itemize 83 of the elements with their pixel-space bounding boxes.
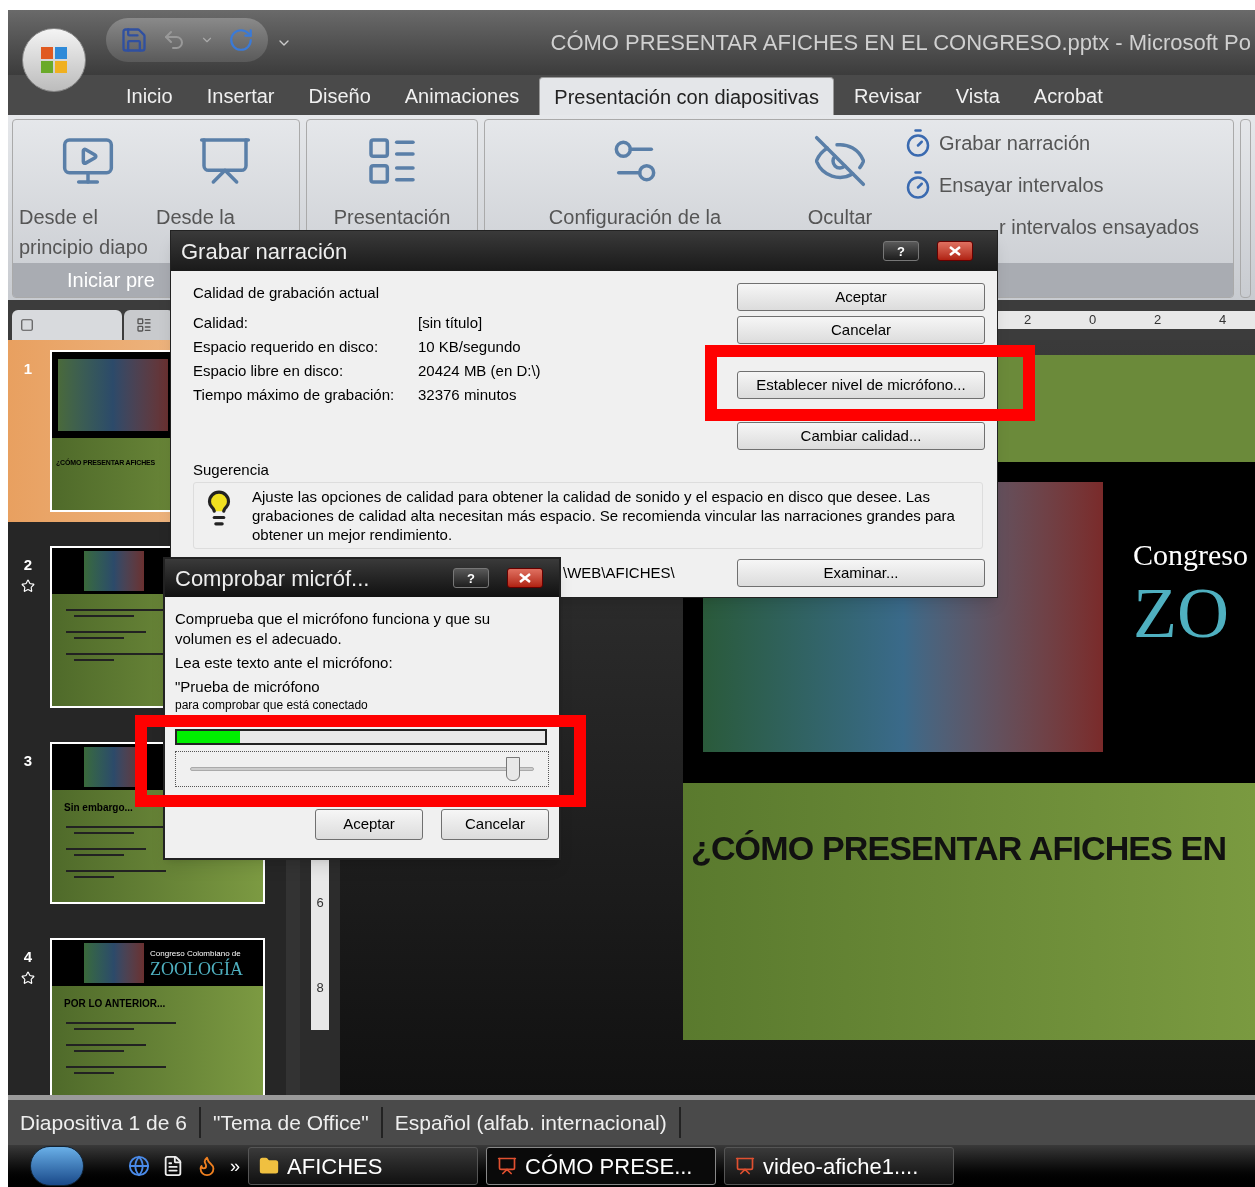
- ribbon-button-label[interactable]: Desde el principio diapo: [19, 202, 148, 262]
- ruler-number: 0: [1088, 311, 1097, 330]
- photo-placeholder: [84, 943, 144, 983]
- ribbon-tab[interactable]: Acrobat: [1019, 77, 1117, 115]
- slide-logo-text: ZOOLOGÍA: [150, 960, 243, 978]
- volume-slider[interactable]: [190, 756, 534, 782]
- slide-list-item[interactable]: 4 Congreso Colombiano de ZOOLOGÍA POR LO ANTERIOR...: [8, 928, 286, 1095]
- slide-subtitle: Congreso: [1133, 537, 1248, 573]
- ribbon-tab[interactable]: Animaciones: [390, 77, 534, 115]
- dialog-button[interactable]: Examinar...: [737, 559, 985, 587]
- document-icon[interactable]: [162, 1155, 184, 1177]
- close-icon: [949, 246, 961, 256]
- slide-number: 3: [23, 751, 33, 771]
- sample-text: para comprobar que está conectado: [175, 697, 369, 713]
- sample-text: "Prueba de micrófono: [175, 677, 321, 697]
- ribbon-button-label[interactable]: Configuración de la: [548, 202, 722, 232]
- ruler-number: 8: [316, 978, 324, 997]
- ribbon-small-button[interactable]: Grabar narración: [903, 128, 1200, 158]
- presentation-icon: [735, 1156, 755, 1176]
- field-value: 32376 minutos: [418, 385, 517, 405]
- ribbon-tab[interactable]: Inicio: [112, 77, 187, 115]
- ribbon-button-label[interactable]: Desde la: [156, 202, 235, 232]
- dialog-button[interactable]: Aceptar: [737, 283, 985, 311]
- ribbon-tab[interactable]: Insertar: [192, 77, 289, 115]
- dialog-button[interactable]: Cambiar calidad...: [737, 422, 985, 450]
- help-button[interactable]: ?: [453, 568, 489, 588]
- slide-heading: POR LO ANTERIOR...: [64, 997, 167, 1011]
- ribbon-button-label[interactable]: Ocultar: [807, 202, 873, 232]
- folder-path: \WEB\AFICHES\: [563, 562, 675, 583]
- start-button[interactable]: [30, 1146, 84, 1186]
- dialog-title: Comprobar micróf...: [175, 564, 370, 593]
- ribbon-button-label[interactable]: Presentación: [333, 202, 451, 232]
- slide-heading: Sin embargo...: [64, 801, 134, 815]
- status-text: "Tema de Office": [200, 1106, 383, 1139]
- status-text: Diapositiva 1 de 6: [8, 1106, 201, 1139]
- slide-icon: [20, 318, 34, 332]
- close-button[interactable]: [507, 568, 543, 588]
- field-value: 10 KB/segundo: [418, 337, 521, 357]
- taskbar-button[interactable]: AFICHES: [248, 1147, 478, 1185]
- taskbar-button[interactable]: CÓMO PRESE...: [486, 1147, 716, 1185]
- more-chevron[interactable]: »: [230, 1152, 240, 1180]
- field-label: Calidad:: [193, 313, 250, 333]
- window-title: CÓMO PRESENTAR AFICHES EN EL CONGRESO.pptx - Microsoft Po: [550, 29, 1251, 57]
- dialog-button[interactable]: Cancelar: [441, 809, 549, 840]
- field-value: [sin título]: [418, 313, 483, 333]
- slide-number: 2: [23, 555, 33, 575]
- help-button[interactable]: ?: [883, 241, 919, 261]
- browser-icon[interactable]: [128, 1155, 150, 1177]
- close-button[interactable]: [937, 241, 973, 261]
- photo-placeholder: [84, 551, 144, 591]
- ruler-number: 2: [1153, 311, 1162, 330]
- office-logo-icon: [39, 45, 69, 75]
- group-label: Iniciar pre: [67, 268, 155, 293]
- instruction-text: Comprueba que el micrófono funciona y que su volumen es el adecuado.: [175, 609, 492, 649]
- ruler-number: 2: [1023, 311, 1032, 330]
- dialog-button[interactable]: Establecer nivel de micrófono...: [737, 371, 985, 399]
- ribbon-tab[interactable]: Vista: [941, 77, 1014, 115]
- slide-thumbnail[interactable]: Congreso Colombiano de ZOOLOGÍA POR LO ANTERIOR...: [50, 938, 265, 1095]
- prompt-text: Lea este texto ante el micrófono:: [175, 653, 394, 673]
- status-text: Español (alfab. internacional): [382, 1106, 681, 1139]
- dialog-button[interactable]: Aceptar: [315, 809, 423, 840]
- ribbon-tab[interactable]: Diseño: [294, 77, 385, 115]
- outline-icon: [136, 317, 152, 333]
- slide-logo-text: ZO: [1133, 577, 1230, 649]
- close-icon: [519, 573, 531, 583]
- section-heading: Calidad de grabación actual: [193, 283, 380, 303]
- ribbon-tab[interactable]: Revisar: [839, 77, 936, 115]
- ruler-number: 6: [316, 893, 324, 912]
- ribbon-tab[interactable]: Presentación con diapositivas: [539, 77, 834, 115]
- dialog-title: Grabar narración: [181, 237, 348, 266]
- slide-number: 1: [23, 359, 33, 379]
- field-value: 20424 MB (en D:\): [418, 361, 541, 381]
- ribbon-small-button[interactable]: Ensayar intervalos: [903, 170, 1200, 200]
- ribbon-small-button[interactable]: r intervalos ensayados: [903, 212, 1200, 242]
- presentation-icon: [497, 1156, 517, 1176]
- slide-number: 4: [23, 947, 33, 967]
- slide-header-text: Congreso Colombiano de: [150, 948, 242, 958]
- ruler-number: 4: [1218, 311, 1227, 330]
- folder-icon: [259, 1156, 279, 1176]
- dialog-button[interactable]: Cancelar: [737, 316, 985, 344]
- slide-title: ¿CÓMO PRESENTAR AFICHES EN: [691, 829, 1227, 867]
- slider-thumb[interactable]: [506, 757, 521, 781]
- taskbar-button[interactable]: video-afiche1....: [724, 1147, 954, 1185]
